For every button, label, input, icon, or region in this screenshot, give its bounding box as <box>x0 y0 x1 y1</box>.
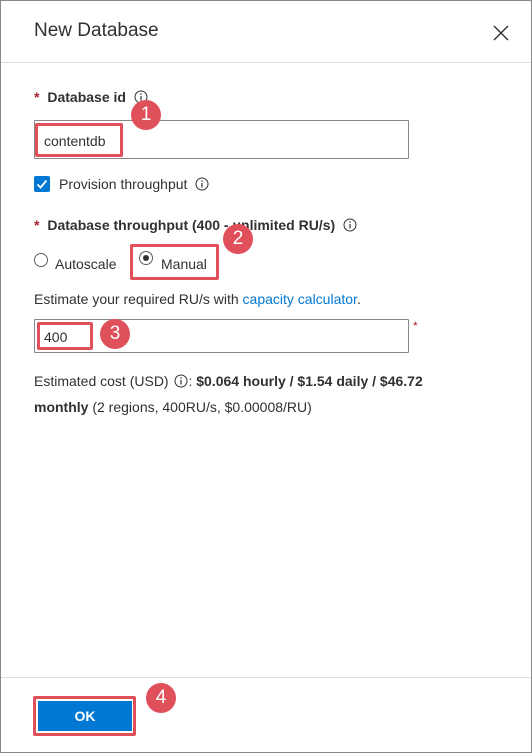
cost-colon: : <box>188 373 193 389</box>
close-icon[interactable] <box>491 23 511 43</box>
annotation-badge-3: 3 <box>100 319 130 349</box>
annotation-badge-4: 4 <box>146 683 176 713</box>
throughput-required-mark: * <box>413 319 418 333</box>
panel-header: New Database <box>1 1 531 63</box>
database-throughput-label: * Database throughput (400 - unlimited R… <box>34 217 357 233</box>
estimate-prefix: Estimate your required RU/s with <box>34 291 243 307</box>
cost-line-1: Estimated cost (USD) : $0.064 hourly / $… <box>34 373 423 389</box>
capacity-calculator-link[interactable]: capacity calculator <box>243 291 357 307</box>
autoscale-radio[interactable] <box>34 253 48 267</box>
cost-line-2: monthly (2 regions, 400RU/s, $0.00008/RU… <box>34 399 312 415</box>
highlight-manual <box>130 244 219 280</box>
estimate-text: Estimate your required RU/s with capacit… <box>34 291 361 307</box>
estimate-suffix: . <box>356 291 361 307</box>
cost-amounts: $0.064 hourly / $1.54 daily / $46.72 <box>196 373 423 389</box>
provision-throughput-label: Provision throughput <box>59 176 209 192</box>
required-mark: * <box>34 217 40 233</box>
cost-details: (2 regions, 400RU/s, $0.00008/RU) <box>92 399 312 415</box>
checkmark-icon <box>36 179 48 189</box>
info-icon[interactable] <box>195 177 209 191</box>
database-id-label-text: Database id <box>47 89 126 105</box>
annotation-badge-2: 2 <box>223 224 253 254</box>
provision-throughput-label-text: Provision throughput <box>59 176 188 192</box>
database-id-label: * Database id <box>34 89 148 105</box>
annotation-badge-1: 1 <box>131 100 161 130</box>
required-mark: * <box>34 89 40 105</box>
info-icon[interactable] <box>174 374 188 388</box>
footer-divider <box>1 677 531 678</box>
highlight-throughput <box>37 322 93 350</box>
provision-throughput-checkbox[interactable] <box>34 176 50 192</box>
highlight-ok <box>33 696 136 736</box>
database-throughput-label-text: Database throughput (400 - unlimited RU/… <box>47 217 336 233</box>
cost-prefix: Estimated cost (USD) <box>34 373 169 389</box>
autoscale-label: Autoscale <box>55 256 117 272</box>
panel-title: New Database <box>34 20 159 41</box>
info-icon[interactable] <box>343 218 357 232</box>
cost-monthly: monthly <box>34 399 89 415</box>
highlight-database-id <box>35 123 123 157</box>
new-database-panel: New Database * Database id contentdb 1 P… <box>0 0 532 753</box>
